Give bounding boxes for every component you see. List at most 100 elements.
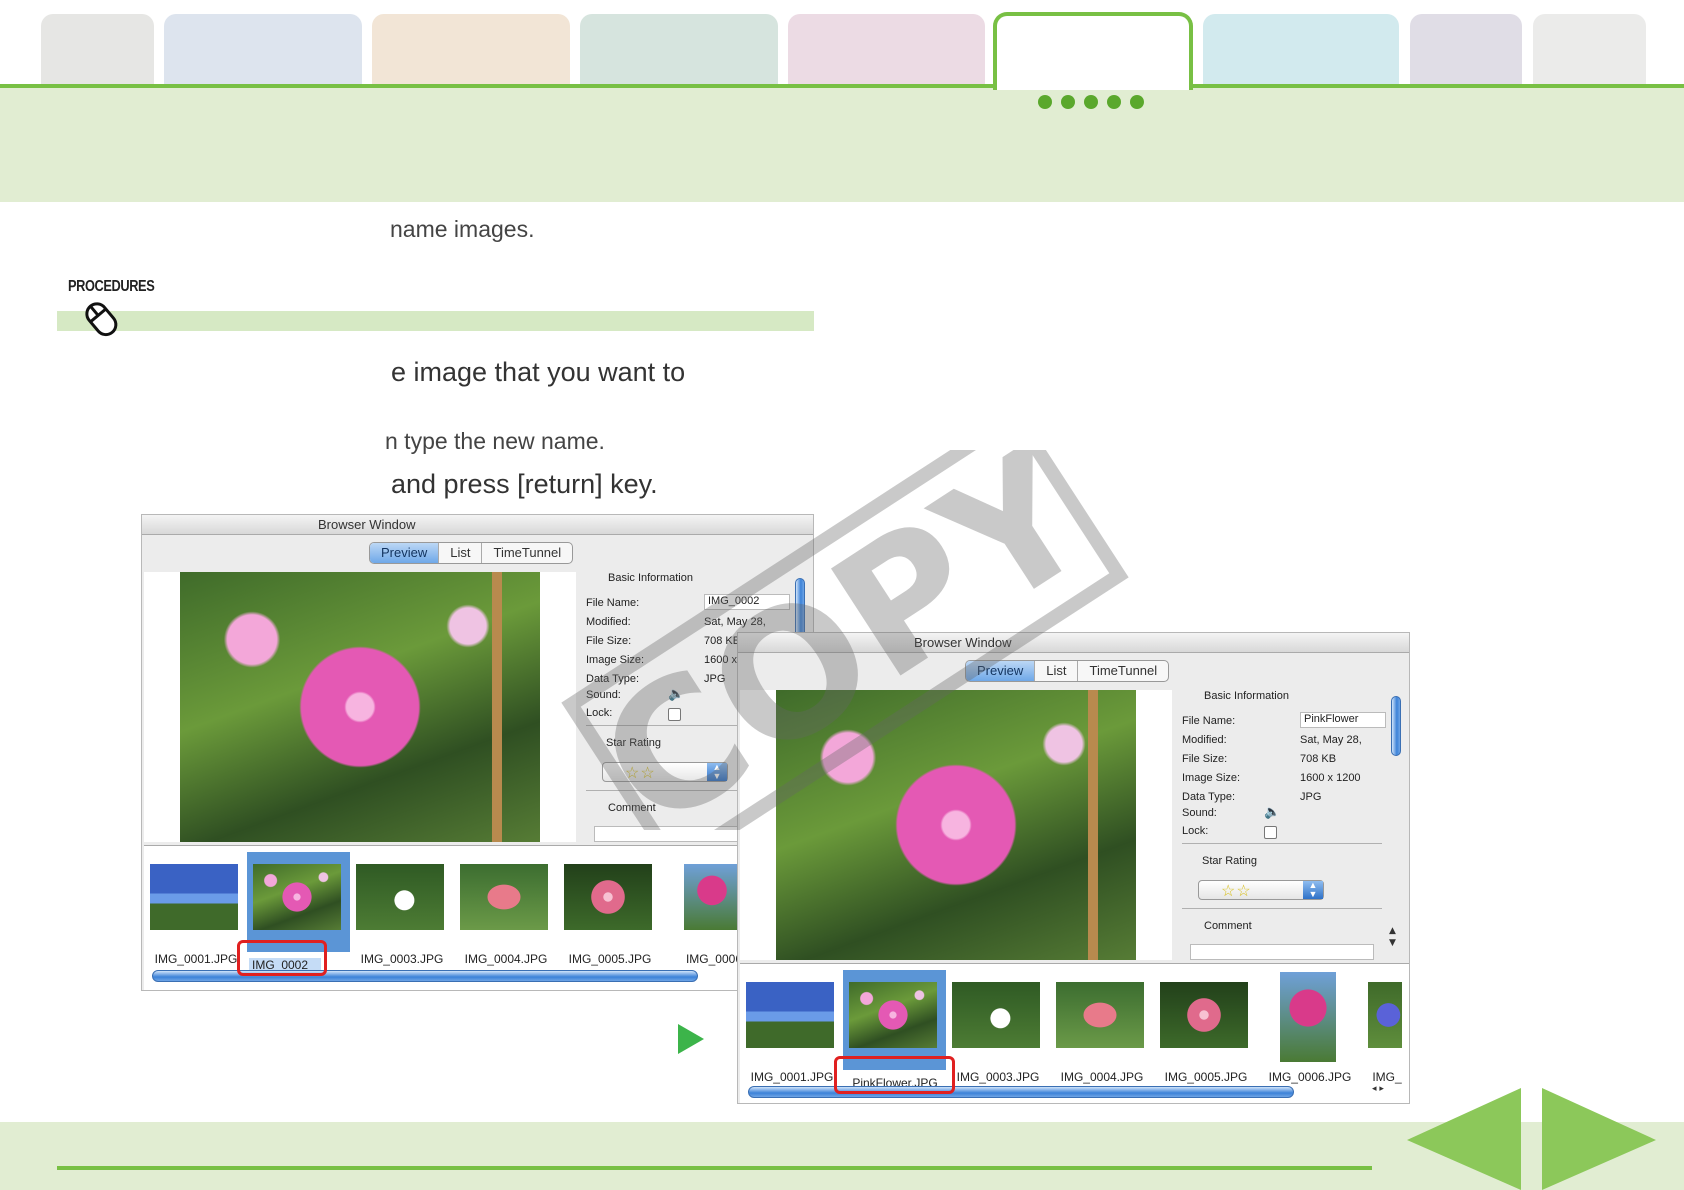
intro-text: name images. [390,216,535,242]
tab-timetunnel[interactable]: TimeTunnel [482,543,572,563]
window-title-bar[interactable]: Browser Window [142,515,813,535]
tab-preview[interactable]: Preview [966,661,1036,681]
browser-window-before: Browser Window Preview List TimeTunnel B… [141,514,814,991]
thumbnail[interactable]: IMG_0005.JPG [1156,970,1252,1084]
info-section-comment[interactable]: Comment [1204,920,1252,932]
next-step-arrow-icon [678,1024,704,1054]
thumbnail-caption: IMG_0004.JPG [1060,1070,1144,1084]
thumbnail-selected[interactable]: PinkFlower.JPG [843,970,946,1090]
comment-field[interactable] [1190,944,1374,960]
lock-checkbox[interactable] [668,708,681,721]
label-image-size: Image Size: [586,654,645,666]
thumbnail[interactable]: IMG_0004.JPG [1052,970,1148,1084]
tab-baseline [0,84,1684,88]
info-section-basic[interactable]: Basic Information [608,572,693,584]
thumbnail[interactable]: IMG_0001.JPG [146,852,242,966]
label-sound: Sound: [586,689,621,701]
info-scrollbar[interactable] [1391,696,1401,756]
label-file-size: File Size: [586,635,632,647]
file-size-value: 708 KE [704,635,741,647]
info-scrollbar[interactable] [795,578,805,638]
thumbnail[interactable]: IMG_0003.JPG [352,852,448,966]
thumbnail-selected[interactable]: IMG_0002 [247,852,350,972]
file-size-value: 708 KB [1300,753,1337,765]
info-panel: Basic Information File Name: PinkFlower … [1182,690,1386,960]
page-dot [1130,95,1144,109]
thumbnail[interactable]: IMG_0003.JPG [948,970,1044,1084]
label-modified: Modified: [586,616,631,628]
thumbnail[interactable]: IMG_0005.JPG [560,852,656,966]
info-section-comment[interactable]: Comment [608,802,656,814]
chapter-tab-3[interactable] [372,14,570,86]
chapter-tab-2[interactable] [164,14,362,86]
info-section-star[interactable]: Star Rating [606,737,661,749]
chapter-tab-5[interactable] [788,14,985,86]
chapter-tab-6-active[interactable] [993,12,1193,90]
thumbnail-caption: IMG_0005.JPG [568,952,652,966]
thumbnail[interactable]: IMG_0001.JPG [742,970,838,1084]
thumbnail[interactable]: IMG_0006.JPG [1260,970,1356,1084]
window-title: Browser Window [318,517,416,532]
tab-preview[interactable]: Preview [370,543,440,563]
label-lock: Lock: [586,707,613,719]
step-2-text-b: and press [return] key. [391,469,658,499]
chapter-tab-7[interactable] [1203,14,1399,86]
scroll-arrows-icon[interactable]: ▲ ▼ [1389,925,1396,949]
thumbnail-caption: IMG_ [1372,1070,1402,1084]
label-file-name: File Name: [586,597,640,609]
image-size-value: 1600 x [704,654,738,666]
window-title: Browser Window [914,635,1012,650]
label-lock: Lock: [1182,825,1209,837]
scroll-left-right-icon[interactable]: ◂ ▸ [1372,1084,1384,1094]
chapter-tab-1[interactable] [41,14,154,86]
info-section-basic[interactable]: Basic Information [1204,690,1289,702]
page-dot [1061,95,1075,109]
preview-photo [776,690,1136,960]
file-name-field[interactable]: IMG_0002 [704,594,790,610]
label-data-type: Data Type: [586,673,639,685]
highlight-filename-after [834,1056,955,1094]
thumbnail-caption: IMG_0001.JPG [154,952,238,966]
chapter-tab-4[interactable] [580,14,778,86]
preview-pane [144,572,576,842]
window-title-bar[interactable]: Browser Window [738,633,1409,653]
thumbnail-caption: IMG_0003.JPG [360,952,444,966]
speaker-icon: 🔈 [668,686,685,701]
info-section-star[interactable]: Star Rating [1202,855,1257,867]
page-dot [1084,95,1098,109]
star-icons: ☆☆ [1221,883,1252,900]
thumbnail-caption: IMG_0006.JPG [1268,1070,1352,1084]
previous-page-icon[interactable] [1407,1088,1521,1190]
file-name-field[interactable]: PinkFlower [1300,712,1386,728]
label-image-size: Image Size: [1182,772,1241,784]
label-modified: Modified: [1182,734,1227,746]
next-page-icon[interactable] [1542,1088,1656,1190]
modified-value: Sat, May 28, [1300,734,1362,746]
tab-list[interactable]: List [439,543,483,563]
thumbnail-caption: IMG_0003.JPG [956,1070,1040,1084]
thumbnail-scrollbar[interactable] [152,970,698,982]
label-file-size: File Size: [1182,753,1228,765]
page-indicator [1038,95,1144,109]
lock-checkbox[interactable] [1264,826,1277,839]
thumbnail[interactable]: IMG_0004.JPG [456,852,552,966]
procedures-label: PROCEDURES [68,278,155,295]
view-tabs: Preview List TimeTunnel [965,660,1170,682]
thumbnail[interactable]: IMG_ [1364,970,1409,1084]
thumbnail-scrollbar[interactable] [748,1086,1294,1098]
tab-timetunnel[interactable]: TimeTunnel [1078,661,1168,681]
highlight-filename-before [237,940,327,976]
star-icons: ☆☆ [625,765,656,782]
chapter-tab-8[interactable] [1410,14,1522,86]
star-rating-select[interactable]: ☆☆ ▲ ▼ [1198,880,1324,900]
data-type-value: JPG [1300,791,1322,803]
browser-window-after: Browser Window Preview List TimeTunnel B… [737,632,1410,1104]
label-sound: Sound: [1182,807,1217,819]
preview-pane [740,690,1172,960]
mouse-icon [85,302,118,337]
chapter-tab-9[interactable] [1533,14,1646,86]
tab-list[interactable]: List [1035,661,1079,681]
updown-arrows-icon: ▲ ▼ [1303,881,1323,899]
speaker-icon: 🔈 [1264,804,1281,819]
star-rating-select[interactable]: ☆☆ ▲ ▼ [602,762,728,782]
